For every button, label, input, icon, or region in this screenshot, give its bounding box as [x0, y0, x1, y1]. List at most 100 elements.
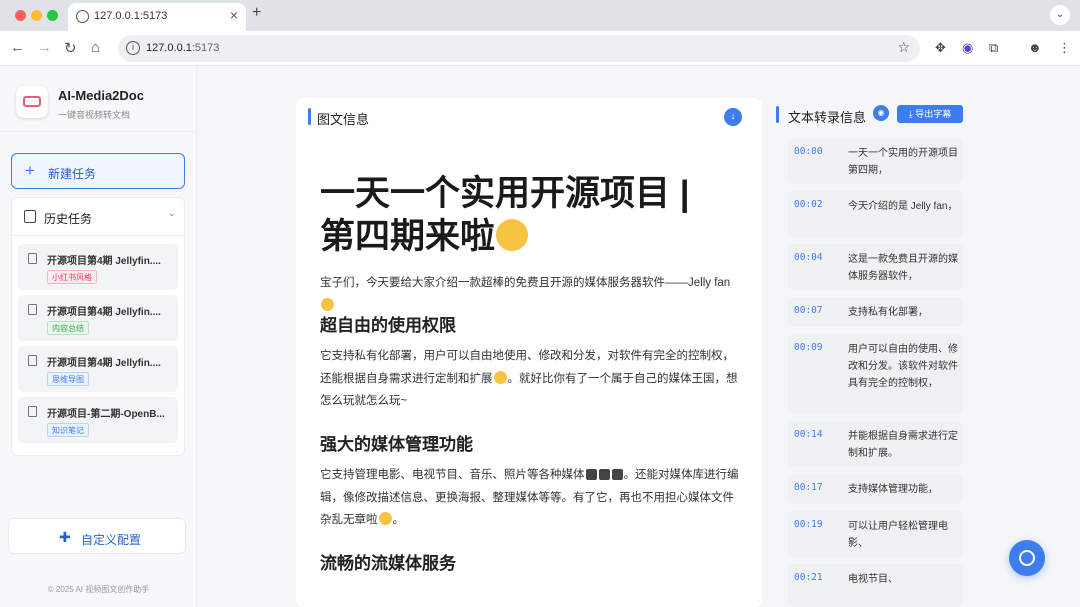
- timestamp: 00:19: [794, 519, 823, 530]
- site-info-icon[interactable]: i: [126, 41, 140, 55]
- transcript-panel: 文本转录信息 ◉ ⤓ 导出字幕 00:00 一天一个实用的开源项目第四期， 00…: [773, 98, 973, 607]
- new-tab-button[interactable]: +: [252, 4, 261, 22]
- transcript-line[interactable]: 00:14 并能根据自身需求进行定制和扩展。: [788, 421, 963, 467]
- main-area: 图文信息 ↓ 一天一个实用开源项目 | 第四期来啦 宝子们，今天要给大家介绍一款…: [197, 66, 1080, 607]
- transcript-text: 这是一款免费且开源的媒体服务器软件，: [848, 254, 958, 282]
- clap-emoji-icon: [321, 297, 334, 311]
- address-bar[interactable]: i 127.0.0.1:5173 ☆: [118, 35, 920, 62]
- file-icon: [28, 406, 37, 417]
- timestamp: 00:21: [794, 572, 823, 583]
- clapper-emoji-icon: [585, 469, 597, 480]
- article-heading: 流畅的流媒体服务: [320, 554, 456, 573]
- document-icon: [24, 210, 36, 223]
- custom-config-label: 自定义配置: [81, 533, 142, 547]
- tab-title: 127.0.0.1:5173: [94, 10, 168, 22]
- article-paragraph: 它支持管理电影、电视节目、音乐、照片等各种媒体 。还能对媒体库进行编辑，像修改描述…: [320, 469, 739, 526]
- new-task-button[interactable]: + 新建任务: [11, 153, 185, 189]
- transcript-line[interactable]: 00:07 支持私有化部署，: [788, 297, 963, 327]
- extension-icon[interactable]: ✥: [935, 40, 946, 56]
- transcript-line[interactable]: 00:04 这是一款免费且开源的媒体服务器软件，: [788, 244, 963, 290]
- timestamp: 00:02: [794, 199, 823, 210]
- transcript-line[interactable]: 00:00 一天一个实用的开源项目第四期，: [788, 138, 963, 184]
- chevron-down-icon[interactable]: ⌄: [168, 208, 176, 219]
- transcript-text: 用户可以自由的使用、修改和分发。该软件对软件具有完全的控制权，: [848, 344, 958, 389]
- chat-assistant-button[interactable]: [1009, 540, 1045, 576]
- minimize-window-button[interactable]: [31, 10, 42, 21]
- app-logo: [16, 86, 48, 118]
- camera-emoji-icon: [611, 469, 623, 480]
- tongue-emoji-icon: [378, 512, 392, 525]
- history-item-title: 开源项目-第二期-OpenB...: [47, 409, 165, 420]
- history-item-tag: 思维导图: [47, 372, 89, 386]
- brand-header: AI-Media2Doc 一键音视频转文档: [0, 66, 197, 132]
- reload-icon[interactable]: ↻: [64, 39, 77, 57]
- article-heading: 超自由的使用权限: [320, 316, 456, 335]
- history-item[interactable]: 开源项目第4期 Jellyfin.... 小红书风格: [18, 244, 178, 290]
- browser-tab[interactable]: 127.0.0.1:5173 ×: [68, 3, 246, 31]
- history-item[interactable]: 开源项目第4期 Jellyfin.... 思维导图: [18, 346, 178, 392]
- maximize-window-button[interactable]: [47, 10, 58, 21]
- history-item[interactable]: 开源项目-第二期-OpenB... 知识笔记: [18, 397, 178, 443]
- transcript-text: 并能根据自身需求进行定制和扩展。: [848, 431, 958, 459]
- transcript-line[interactable]: 00:02 今天介绍的是 Jelly fan，: [788, 191, 963, 237]
- section-accent: [308, 108, 311, 125]
- url-text: 127.0.0.1:5173: [146, 42, 220, 54]
- transcript-line[interactable]: 00:09 用户可以自由的使用、修改和分发。该软件对软件具有完全的控制权，: [788, 334, 963, 414]
- article-section-title: 图文信息: [317, 112, 370, 127]
- sidebar: AI-Media2Doc 一键音视频转文档 + 新建任务 历史任务 ⌄ 开源项目…: [0, 66, 197, 607]
- history-item-tag: 小红书风格: [47, 270, 97, 284]
- download-icon[interactable]: ↓: [724, 108, 742, 126]
- history-item-title: 开源项目第4期 Jellyfin....: [47, 358, 161, 369]
- transcript-line[interactable]: 00:17 支持媒体管理功能，: [788, 474, 963, 504]
- transcript-text: 今天介绍的是 Jelly fan，: [848, 201, 958, 212]
- forward-arrow-icon[interactable]: →: [37, 39, 52, 56]
- app-name: AI-Media2Doc: [58, 88, 144, 103]
- article-paragraph: 它支持私有化部署，用户可以自由地使用、修改和分发，对软件有完全的控制权，还能根据…: [320, 350, 738, 407]
- history-item-tag: 内容总结: [47, 321, 89, 335]
- close-window-button[interactable]: [15, 10, 26, 21]
- music-emoji-icon: [598, 469, 610, 480]
- chat-bubble-icon[interactable]: ◉: [873, 105, 889, 121]
- extension-icon[interactable]: ◉: [962, 40, 973, 56]
- star-eyes-emoji-icon: [493, 370, 507, 384]
- history-item-title: 开源项目第4期 Jellyfin....: [47, 307, 161, 318]
- file-icon: [28, 253, 37, 264]
- history-header[interactable]: 历史任务 ⌄: [12, 198, 186, 236]
- transcript-text: 可以让用户轻松管理电影、: [848, 521, 948, 549]
- tab-search-chevron-icon[interactable]: ⌄: [1050, 5, 1070, 25]
- transcript-text: 电视节目、: [848, 574, 898, 585]
- plus-icon: +: [25, 161, 35, 180]
- export-subtitles-button[interactable]: ⤓ 导出字幕: [897, 105, 963, 123]
- section-accent: [776, 106, 779, 123]
- history-panel: 历史任务 ⌄ 开源项目第4期 Jellyfin.... 小红书风格 开源项目第4…: [11, 197, 186, 456]
- transcript-section-title: 文本转录信息: [788, 110, 867, 125]
- sunglasses-emoji-icon: [496, 219, 529, 251]
- history-item[interactable]: 开源项目第4期 Jellyfin.... 内容总结: [18, 295, 178, 341]
- footer-text: © 2025 AI 视频图文创作助手: [47, 585, 150, 594]
- article-panel: 图文信息 ↓ 一天一个实用开源项目 | 第四期来啦 宝子们，今天要给大家介绍一款…: [296, 98, 762, 607]
- history-item-title: 开源项目第4期 Jellyfin....: [47, 256, 161, 267]
- file-icon: [28, 355, 37, 366]
- puzzle-icon[interactable]: ⧉: [989, 40, 998, 56]
- bookmark-star-icon[interactable]: ☆: [897, 39, 910, 56]
- article-heading: 强大的媒体管理功能: [320, 435, 473, 454]
- back-arrow-icon[interactable]: ←: [10, 39, 25, 56]
- globe-icon: [76, 10, 89, 23]
- new-task-label: 新建任务: [48, 167, 97, 181]
- profile-avatar[interactable]: ☻: [1028, 40, 1042, 55]
- menu-icon[interactable]: ⋮: [1058, 40, 1071, 56]
- browser-tab-strip: 127.0.0.1:5173 × + ⌄: [0, 0, 1080, 31]
- custom-config-button[interactable]: ✚ 自定义配置: [8, 518, 186, 554]
- file-icon: [28, 304, 37, 315]
- puzzle-icon: ✚: [59, 529, 71, 545]
- history-item-tag: 知识笔记: [47, 423, 89, 437]
- timestamp: 00:07: [794, 305, 823, 316]
- home-icon[interactable]: ⌂: [91, 39, 100, 56]
- timestamp: 00:04: [794, 252, 823, 263]
- transcript-line[interactable]: 00:19 可以让用户轻松管理电影、: [788, 511, 963, 557]
- transcript-line[interactable]: 00:21 电视节目、: [788, 564, 963, 607]
- timestamp: 00:17: [794, 482, 823, 493]
- article-title: 一天一个实用开源项目 | 第四期来啦: [320, 174, 690, 256]
- close-tab-icon[interactable]: ×: [230, 7, 238, 23]
- chat-bubble-icon: [1019, 550, 1035, 566]
